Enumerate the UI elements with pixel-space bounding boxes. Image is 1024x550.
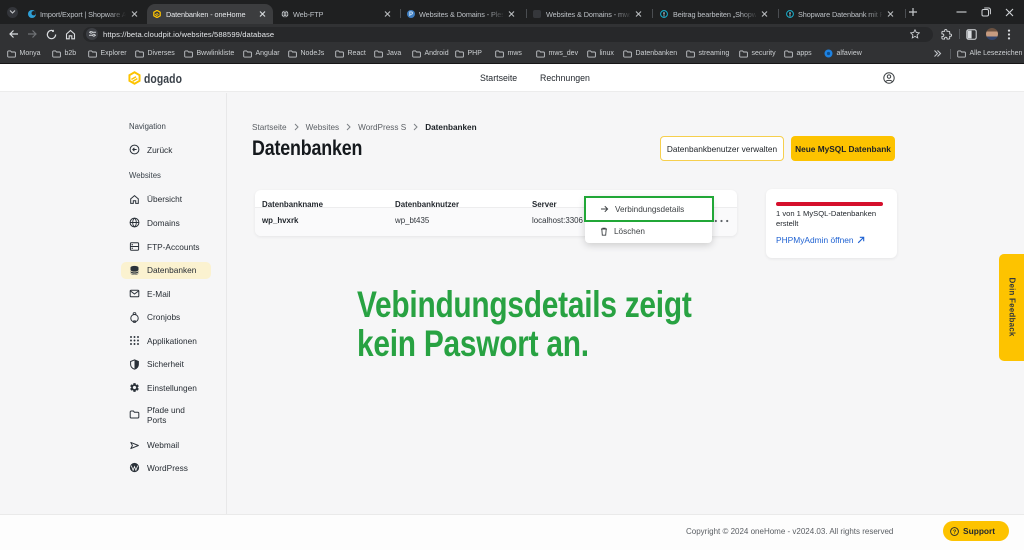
svg-text:P: P	[409, 12, 413, 18]
svg-text:?: ?	[953, 529, 957, 535]
